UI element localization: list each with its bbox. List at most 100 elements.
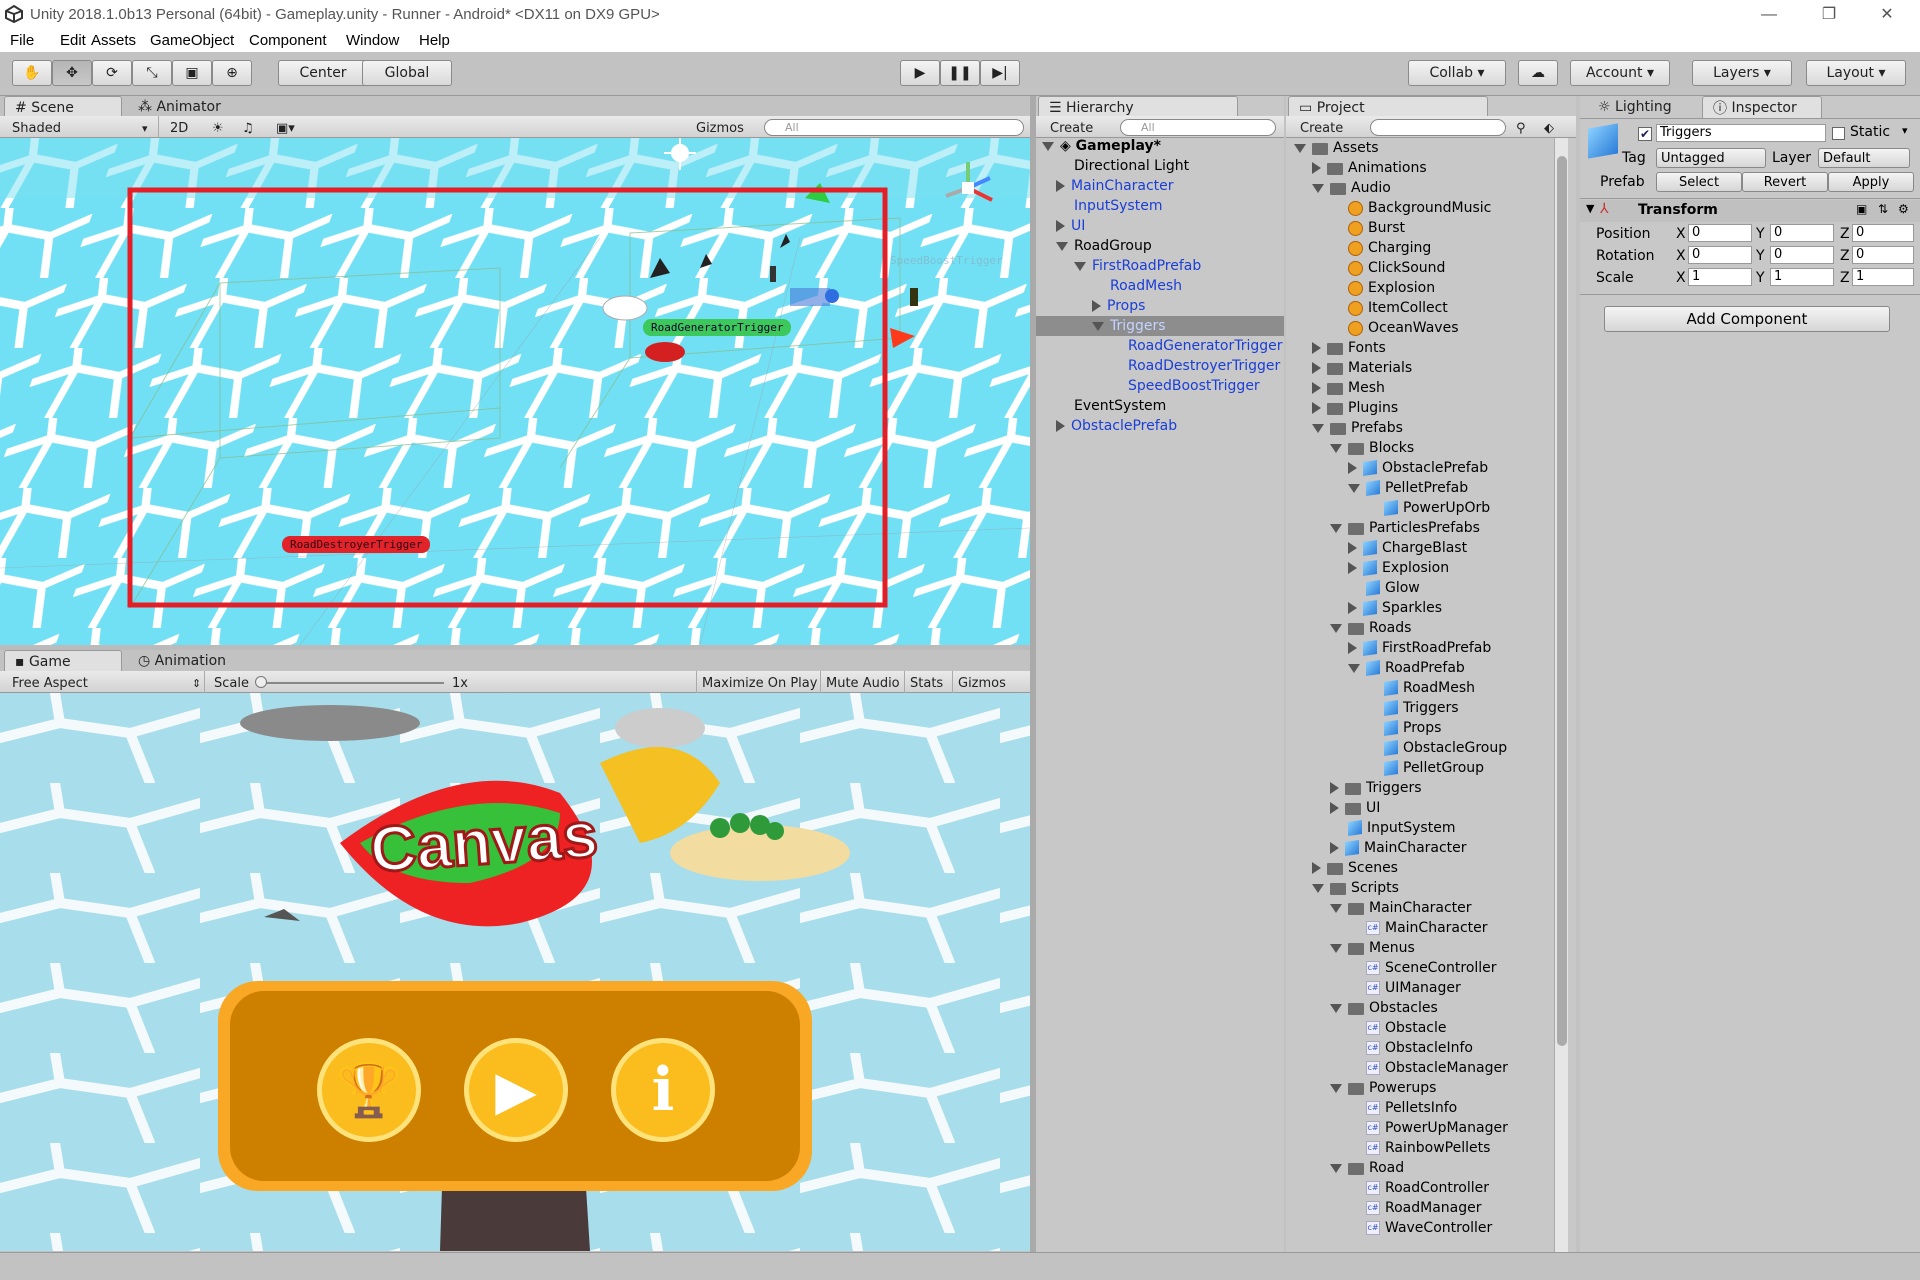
game-view[interactable]: Canvas 🏆 ▶ i <box>0 693 1030 1251</box>
project-item[interactable]: Plugins <box>1286 398 1398 418</box>
project-item[interactable]: UI <box>1286 798 1380 818</box>
game-gizmos-dropdown[interactable]: Gizmos <box>958 674 1006 692</box>
collapse-arrow-icon[interactable] <box>1312 862 1321 874</box>
project-item[interactable]: Scripts <box>1286 878 1399 898</box>
hierarchy-item[interactable]: MainCharacter <box>1036 176 1284 196</box>
gizmos-dropdown[interactable]: Gizmos <box>696 119 744 137</box>
project-item[interactable]: InputSystem <box>1286 818 1455 838</box>
project-item[interactable]: c# RainbowPellets <box>1286 1138 1490 1158</box>
expand-arrow-icon[interactable] <box>1330 523 1342 533</box>
collapse-arrow-icon[interactable] <box>1312 382 1321 394</box>
tab-lighting[interactable]: ☼ Lighting <box>1588 96 1698 118</box>
hierarchy-item[interactable]: RoadGeneratorTrigger <box>1036 336 1284 356</box>
collapse-arrow-icon[interactable] <box>1056 180 1065 192</box>
tag-dropdown[interactable]: Untagged <box>1656 148 1766 168</box>
scale-slider-thumb[interactable] <box>255 676 267 688</box>
project-item[interactable]: c# Obstacle <box>1286 1018 1446 1038</box>
project-item[interactable]: Explosion <box>1286 278 1435 298</box>
project-item[interactable]: Menus <box>1286 938 1415 958</box>
project-item[interactable]: Powerups <box>1286 1078 1436 1098</box>
tab-animator[interactable]: ⁂ Animator <box>128 96 248 118</box>
project-item[interactable]: OceanWaves <box>1286 318 1459 338</box>
collapse-arrow-icon[interactable] <box>1330 842 1339 854</box>
prefab-select-button[interactable]: Select <box>1656 172 1742 192</box>
scale-tool-icon[interactable]: ⤡ <box>132 60 172 86</box>
move-tool-icon[interactable]: ✥ <box>52 60 92 86</box>
pivot-global-button[interactable]: Global <box>362 60 452 86</box>
maximize-on-play-toggle[interactable]: Maximize On Play <box>702 674 817 692</box>
pause-icon[interactable]: ❚❚ <box>940 60 980 86</box>
hierarchy-item[interactable]: EventSystem <box>1036 396 1284 416</box>
project-item[interactable]: ClickSound <box>1286 258 1445 278</box>
hierarchy-item[interactable]: RoadGroup <box>1036 236 1284 256</box>
expand-arrow-icon[interactable] <box>1330 903 1342 913</box>
project-item[interactable]: c# RoadManager <box>1286 1198 1482 1218</box>
project-item[interactable]: c# MainCharacter <box>1286 918 1488 938</box>
info-button[interactable]: i <box>611 1038 715 1142</box>
project-item[interactable]: ChargeBlast <box>1286 538 1467 558</box>
restore-icon[interactable]: ❐ <box>1806 2 1852 28</box>
aspect-dropdown[interactable]: Free Aspect <box>12 674 88 692</box>
stats-toggle[interactable]: Stats <box>910 674 943 692</box>
hierarchy-item[interactable]: Directional Light <box>1036 156 1284 176</box>
expand-arrow-icon[interactable] <box>1312 183 1324 193</box>
filter-icon[interactable]: ⚲ <box>1516 119 1526 137</box>
hierarchy-item[interactable]: SpeedBoostTrigger <box>1036 376 1284 396</box>
project-item[interactable]: PelletPrefab <box>1286 478 1468 498</box>
project-item[interactable]: PowerUpOrb <box>1286 498 1490 518</box>
project-item[interactable]: Sparkles <box>1286 598 1442 618</box>
collapse-arrow-icon[interactable] <box>1312 402 1321 414</box>
scene-search-input[interactable]: All <box>764 119 1024 136</box>
hierarchy-search-input[interactable]: All <box>1120 119 1276 136</box>
project-item[interactable]: Blocks <box>1286 438 1414 458</box>
tab-animation[interactable]: ◷ Animation <box>128 650 258 672</box>
expand-arrow-icon[interactable] <box>1348 483 1360 493</box>
prefab-revert-button[interactable]: Revert <box>1742 172 1828 192</box>
project-item[interactable]: Fonts <box>1286 338 1386 358</box>
scale-y-field[interactable]: 1 <box>1770 268 1834 286</box>
transform-header[interactable]: ▼ ⅄ Transform ▣ ⇅ ⚙ <box>1580 200 1920 222</box>
project-item[interactable]: c# UIManager <box>1286 978 1461 998</box>
expand-arrow-icon[interactable] <box>1312 883 1324 893</box>
account-dropdown[interactable]: Account ▾ <box>1570 60 1670 86</box>
hierarchy-item[interactable]: Props <box>1036 296 1284 316</box>
project-item[interactable]: Roads <box>1286 618 1411 638</box>
project-item[interactable]: c# ObstacleManager <box>1286 1058 1508 1078</box>
position-x-field[interactable]: 0 <box>1688 224 1752 242</box>
collapse-arrow-icon[interactable] <box>1056 420 1065 432</box>
play-icon[interactable]: ▶ <box>900 60 940 86</box>
collapse-arrow-icon[interactable] <box>1312 342 1321 354</box>
project-item[interactable]: c# SceneController <box>1286 958 1497 978</box>
object-name-field[interactable]: Triggers <box>1656 124 1826 142</box>
project-item[interactable]: ParticlesPrefabs <box>1286 518 1480 538</box>
menu-window[interactable]: Window <box>346 32 399 49</box>
hand-tool-icon[interactable]: ✋ <box>12 60 52 86</box>
project-item[interactable]: Glow <box>1286 578 1420 598</box>
expand-arrow-icon[interactable] <box>1312 423 1324 433</box>
menu-gameobject[interactable]: GameObject <box>150 32 234 49</box>
close-icon[interactable]: ✕ <box>1864 2 1910 28</box>
project-item[interactable]: ObstacleGroup <box>1286 738 1507 758</box>
expand-arrow-icon[interactable] <box>1074 261 1086 271</box>
expand-arrow-icon[interactable] <box>1330 943 1342 953</box>
hierarchy-item[interactable]: InputSystem <box>1036 196 1284 216</box>
tab-inspector[interactable]: ⓘ Inspector <box>1702 96 1822 118</box>
pivot-center-button[interactable]: Center <box>278 60 368 86</box>
project-item[interactable]: Obstacles <box>1286 998 1438 1018</box>
rotation-x-field[interactable]: 0 <box>1688 246 1752 264</box>
tab-scene[interactable]: # Scene <box>4 96 122 118</box>
audio-toggle-icon[interactable]: ♫ <box>242 119 254 137</box>
project-item[interactable]: ItemCollect <box>1286 298 1448 318</box>
layers-dropdown[interactable]: Layers ▾ <box>1692 60 1792 86</box>
step-icon[interactable]: ▶| <box>980 60 1020 86</box>
tab-hierarchy[interactable]: ☰ Hierarchy <box>1038 96 1238 118</box>
collapse-arrow-icon[interactable] <box>1330 782 1339 794</box>
static-dropdown-icon[interactable]: ▾ <box>1902 124 1908 137</box>
scale-z-field[interactable]: 1 <box>1852 268 1914 286</box>
minimize-icon[interactable]: — <box>1746 2 1792 28</box>
collapse-arrow-icon[interactable] <box>1348 642 1357 654</box>
project-item[interactable]: Props <box>1286 718 1441 738</box>
project-item[interactable]: ObstaclePrefab <box>1286 458 1488 478</box>
menu-edit[interactable]: Edit <box>60 32 86 49</box>
project-item[interactable]: Road <box>1286 1158 1404 1178</box>
